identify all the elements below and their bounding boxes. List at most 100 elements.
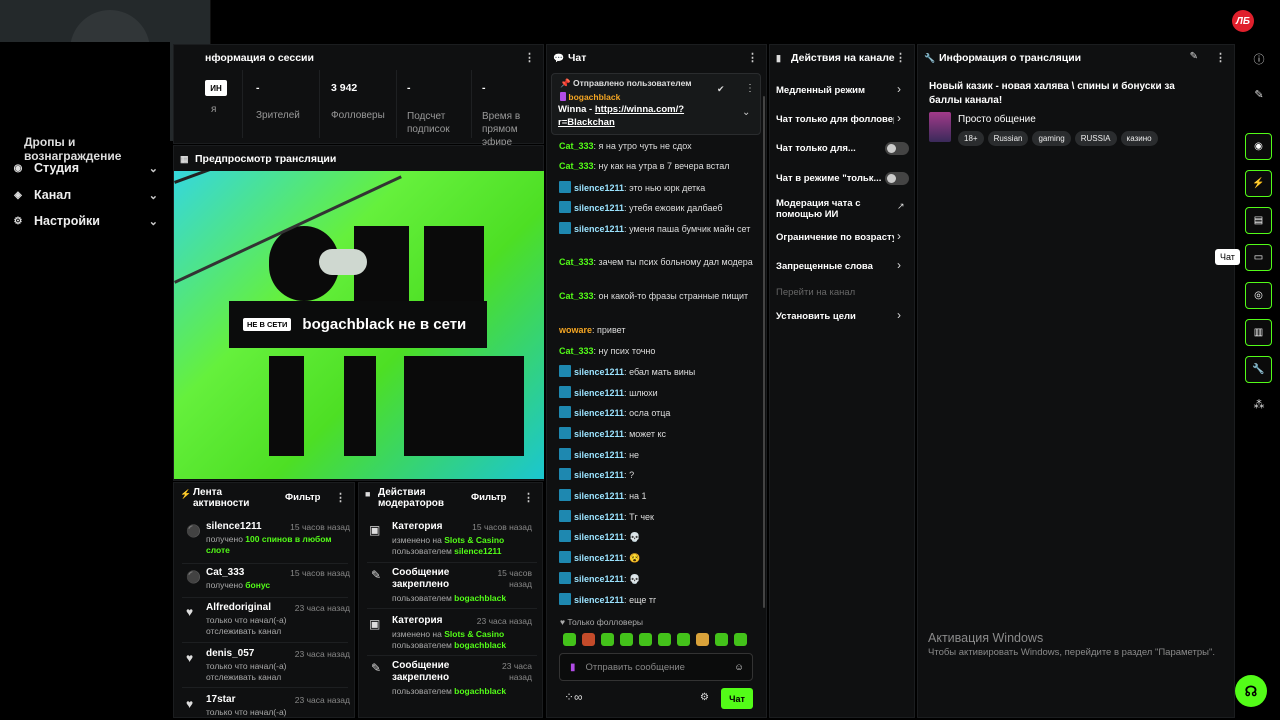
channel-action-item[interactable]: Ограничение по возрасту xyxy=(776,232,894,243)
channel-action-item[interactable]: Перейти на канал xyxy=(776,287,906,298)
activity-user[interactable]: silence1211 xyxy=(206,521,262,532)
rail-queue-button[interactable]: ▥ xyxy=(1245,319,1272,346)
chat-username[interactable]: silence1211 xyxy=(574,408,624,418)
chat-username[interactable]: silence1211 xyxy=(574,203,624,213)
chat-username[interactable]: silence1211 xyxy=(574,367,624,377)
pin-icon: ✎ xyxy=(371,661,382,675)
chat-username[interactable]: silence1211 xyxy=(574,512,624,522)
gear-icon: ⚙ xyxy=(13,215,23,227)
chat-scrollbar[interactable] xyxy=(763,96,765,608)
emote-icon[interactable] xyxy=(563,633,576,646)
rail-broadcast-button[interactable]: ◎ xyxy=(1245,282,1272,309)
send-chat-button[interactable]: Чат xyxy=(721,688,753,709)
tag[interactable]: Russian xyxy=(987,131,1029,146)
more-options-icon[interactable]: ⋮ xyxy=(747,51,758,64)
sidebar-item-channel[interactable]: ◈ Канал ⌄ xyxy=(12,184,164,206)
chat-username[interactable]: silence1211 xyxy=(574,574,624,584)
rail-chat-button[interactable]: ▭ xyxy=(1245,244,1272,271)
mod-action-title: Категория xyxy=(392,521,443,532)
filter-button[interactable]: Фильтр xyxy=(471,492,506,503)
edit-icon[interactable]: ✎ xyxy=(1190,51,1198,62)
chat-input[interactable]: ▮ Отправить сообщение ☺ xyxy=(559,653,753,681)
divider xyxy=(182,687,348,688)
pinned-message[interactable]: 📌 Отправлено пользователем bogachblack W… xyxy=(551,73,761,135)
channel-action-item[interactable]: Запрещенные слова xyxy=(776,261,894,272)
tag[interactable]: RUSSIA xyxy=(1074,131,1117,146)
rail-studio-button[interactable]: ◉ xyxy=(1245,133,1272,160)
more-options-icon[interactable]: ⋮ xyxy=(1215,51,1226,64)
channel-action-item[interactable]: Модерация чата с помощью ИИ xyxy=(776,198,906,220)
rail-activity-button[interactable]: ⚡ xyxy=(1245,170,1272,197)
more-options-icon[interactable]: ⋮ xyxy=(895,51,906,64)
chat-username[interactable]: silence1211 xyxy=(574,595,624,605)
emote-icon[interactable] xyxy=(696,633,709,646)
channel-action-item[interactable]: Медленный режим xyxy=(776,85,894,96)
pinned-user[interactable]: bogachblack xyxy=(560,92,620,102)
chat-username[interactable]: woware xyxy=(559,325,592,335)
chevron-down-icon[interactable]: ⌄ xyxy=(742,107,750,118)
activity-desc-text: получено xyxy=(206,534,246,544)
edit-icon[interactable]: ✎ xyxy=(1250,88,1268,106)
user-avatar[interactable]: ЛБ xyxy=(1232,10,1254,32)
toggle-switch[interactable] xyxy=(885,142,909,155)
emote-icon[interactable] xyxy=(715,633,728,646)
emoji-icon[interactable]: ☺ xyxy=(734,662,744,673)
gear-icon[interactable]: ⚙ xyxy=(700,692,709,703)
channel-action-item[interactable]: Установить цели xyxy=(776,311,894,322)
chat-username[interactable]: silence1211 xyxy=(574,553,624,563)
chat-username[interactable]: silence1211 xyxy=(574,183,624,193)
stat-label: Зрителей xyxy=(256,110,300,121)
more-options-icon[interactable]: ⋮ xyxy=(524,51,535,64)
tag[interactable]: gaming xyxy=(1032,131,1071,146)
activity-user[interactable]: denis_057 xyxy=(206,648,254,659)
support-icon[interactable]: ☊ xyxy=(1235,675,1267,707)
info-icon[interactable]: ⓘ xyxy=(1250,51,1268,69)
stream-category[interactable]: Просто общение xyxy=(958,114,1036,125)
emote-icon[interactable] xyxy=(677,633,690,646)
emote-icon[interactable] xyxy=(734,633,747,646)
chat-username[interactable]: silence1211 xyxy=(574,532,624,542)
more-options-icon[interactable]: ⋮ xyxy=(335,491,346,504)
chat-message: Cat_333: зачем ты псих больному дал моде… xyxy=(559,256,759,270)
chat-username[interactable]: silence1211 xyxy=(574,388,624,398)
chat-username[interactable]: Cat_333 xyxy=(559,141,594,151)
filter-button[interactable]: Фильтр xyxy=(285,492,320,503)
tag[interactable]: 18+ xyxy=(958,131,984,146)
divider xyxy=(182,597,348,598)
chat-username[interactable]: Cat_333 xyxy=(559,291,594,301)
emote-icon[interactable] xyxy=(582,633,595,646)
chat-username[interactable]: silence1211 xyxy=(574,470,624,480)
emote-icon[interactable] xyxy=(639,633,652,646)
sidebar-item-studio[interactable]: ◉ Студия ⌄ xyxy=(12,157,164,179)
emote-icon[interactable] xyxy=(658,633,671,646)
emote-icon[interactable] xyxy=(620,633,633,646)
activity-user[interactable]: Alfredoriginal xyxy=(206,602,271,613)
sidebar-item-settings[interactable]: ⚙ Настройки ⌄ xyxy=(12,210,164,232)
activity-user[interactable]: 17star xyxy=(206,694,235,705)
chat-username[interactable]: Cat_333 xyxy=(559,346,594,356)
activity-user[interactable]: Cat_333 xyxy=(206,567,244,578)
chat-text: Тг чек xyxy=(629,512,654,522)
chat-username[interactable]: silence1211 xyxy=(574,491,624,501)
channel-action-item[interactable]: Чат только для фолловеров xyxy=(776,114,894,125)
chat-username[interactable]: silence1211 xyxy=(574,224,624,234)
more-options-icon[interactable]: ⋮ xyxy=(745,83,755,94)
mod-action-desc-text: пользователем xyxy=(392,686,455,696)
emote-icon[interactable] xyxy=(601,633,614,646)
session-badge: ИН xyxy=(205,80,227,96)
chat-username[interactable]: silence1211 xyxy=(574,429,624,439)
category-thumbnail[interactable] xyxy=(929,112,951,142)
chat-username[interactable]: Cat_333 xyxy=(559,257,594,267)
pin-icon[interactable]: ✔ xyxy=(717,84,725,95)
chat-username[interactable]: Cat_333 xyxy=(559,161,594,171)
share-icon[interactable]: ⁂ xyxy=(1250,398,1268,416)
chat-username[interactable]: silence1211 xyxy=(574,450,624,460)
rail-tools-button[interactable]: 🔧 xyxy=(1245,356,1272,383)
points-icon[interactable]: ⁘∞ xyxy=(564,690,583,704)
subscriber-badge-icon xyxy=(559,448,571,460)
rail-notes-button[interactable]: ▤ xyxy=(1245,207,1272,234)
panel-title: Действия на канале xyxy=(791,52,895,64)
tag[interactable]: казино xyxy=(1120,131,1158,146)
more-options-icon[interactable]: ⋮ xyxy=(523,491,534,504)
toggle-switch[interactable] xyxy=(885,172,909,185)
